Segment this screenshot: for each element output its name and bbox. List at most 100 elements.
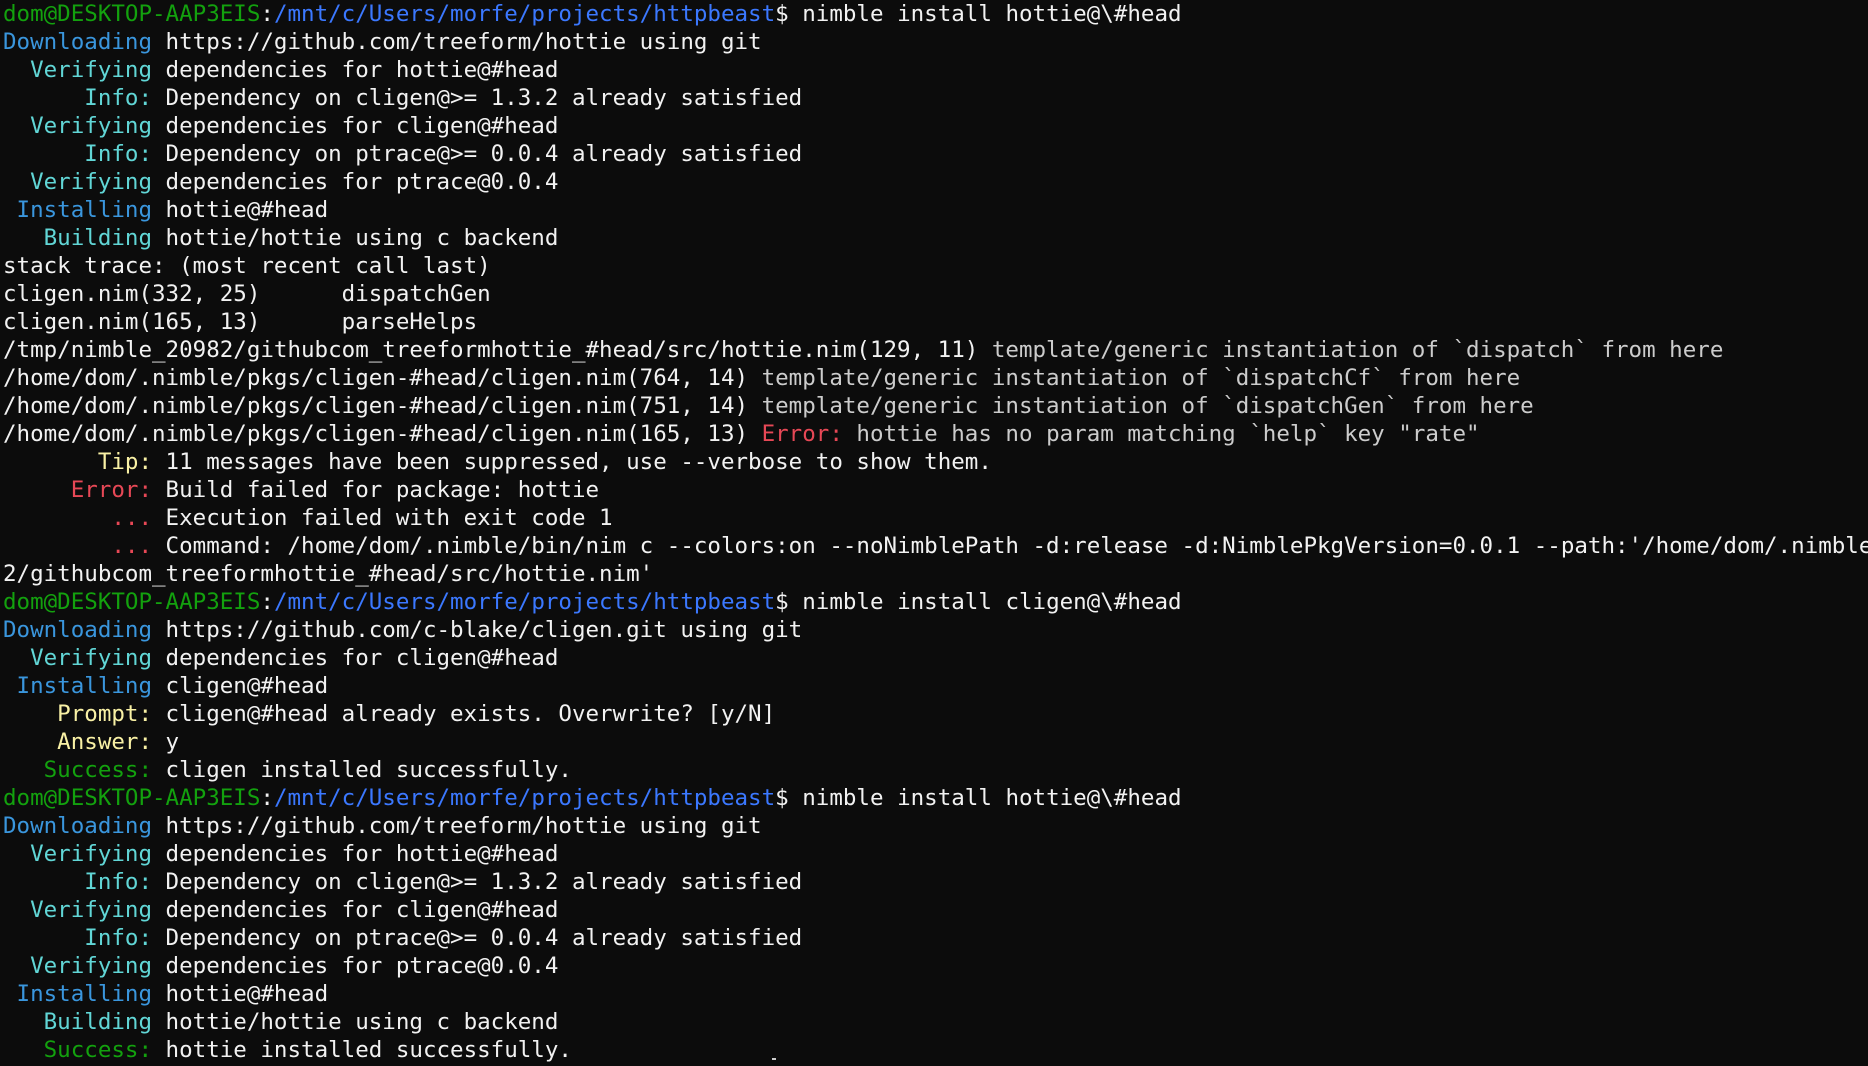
terminal-text-segment: Info: [3, 869, 153, 895]
terminal-text-segment: Verifying [3, 57, 153, 83]
terminal-line: Info: Dependency on ptrace@>= 0.0.4 alre… [3, 140, 1868, 168]
terminal-text-segment: ... [3, 505, 153, 531]
terminal-text-segment: /mnt/c/Users/morfe/projects/httpbeast [273, 589, 776, 615]
terminal-line: Verifying dependencies for ptrace@0.0.4 [3, 168, 1868, 196]
terminal-line: Installing hottie@#head [3, 196, 1868, 224]
terminal-text-segment: dependencies for cligen@#head [152, 645, 559, 671]
terminal-line: Info: Dependency on ptrace@>= 0.0.4 alre… [3, 924, 1868, 952]
terminal-text-segment: template/generic instantiation of `dispa… [748, 365, 1521, 391]
terminal-text-segment: template/generic instantiation of `dispa… [748, 393, 1534, 419]
terminal-text-segment: Dependency on cligen@>= 1.3.2 already sa… [152, 85, 803, 111]
terminal-text-segment: hottie@#head [152, 981, 329, 1007]
terminal-text-segment: Execution failed with exit code 1 [152, 505, 613, 531]
terminal-text-segment: cligen.nim(165, 13) parseHelps [3, 309, 478, 335]
terminal-text-segment: hottie has no param matching `help` key … [842, 421, 1480, 447]
terminal-text-segment: hottie/hottie using c backend [152, 1009, 559, 1035]
terminal-text-segment: Verifying [3, 841, 153, 867]
terminal-text-segment: https://github.com/c-blake/cligen.git us… [152, 617, 803, 643]
text-cursor [772, 1058, 776, 1060]
terminal-line: Downloading https://github.com/treeform/… [3, 28, 1868, 56]
terminal-text-segment: dependencies for ptrace@0.0.4 [152, 169, 559, 195]
terminal-text-segment: dependencies for cligen@#head [152, 113, 559, 139]
terminal-text-segment: Installing [3, 673, 153, 699]
terminal-line: Installing hottie@#head [3, 980, 1868, 1008]
terminal-window[interactable]: dom@DESKTOP-AAP3EIS:/mnt/c/Users/morfe/p… [0, 0, 1868, 1066]
terminal-text-segment: Prompt: [3, 701, 153, 727]
terminal-text-segment: Info: [3, 925, 153, 951]
terminal-text-segment: dom@DESKTOP-AAP3EIS [3, 589, 261, 615]
terminal-text-segment: Info: [3, 141, 153, 167]
terminal-text-segment: Downloading [3, 29, 153, 55]
terminal-text-segment: $ nimble install hottie@\#head [775, 1, 1182, 27]
terminal-text-segment: Info: [3, 85, 153, 111]
terminal-line: Building hottie/hottie using c backend [3, 224, 1868, 252]
terminal-line: Building hottie/hottie using c backend [3, 1008, 1868, 1036]
terminal-text-segment: Building [3, 225, 153, 251]
terminal-text-segment: https://github.com/treeform/hottie using… [152, 29, 762, 55]
terminal-text-segment: Error: [748, 421, 843, 447]
terminal-text-segment: : [260, 589, 274, 615]
terminal-text-segment: Build failed for package: hottie [152, 477, 600, 503]
terminal-text-segment: cligen.nim(332, 25) dispatchGen [3, 281, 491, 307]
terminal-text-segment: cligen@#head [152, 673, 329, 699]
terminal-text-segment: $ nimble install cligen@\#head [775, 589, 1182, 615]
terminal-line: Verifying dependencies for cligen@#head [3, 896, 1868, 924]
terminal-text-segment: Installing [3, 981, 153, 1007]
terminal-text-segment: Dependency on ptrace@>= 0.0.4 already sa… [152, 925, 803, 951]
terminal-text-segment: https://github.com/treeform/hottie using… [152, 813, 762, 839]
terminal-text-segment: Verifying [3, 897, 153, 923]
terminal-line: Downloading https://github.com/treeform/… [3, 812, 1868, 840]
terminal-text-segment: template/generic instantiation of `dispa… [978, 337, 1724, 363]
terminal-text-segment: cligen@#head already exists. Overwrite? … [152, 701, 776, 727]
terminal-text-segment: $ nimble install hottie@\#head [775, 785, 1182, 811]
terminal-output: dom@DESKTOP-AAP3EIS:/mnt/c/Users/morfe/p… [3, 0, 1868, 1064]
terminal-text-segment: dependencies for cligen@#head [152, 897, 559, 923]
terminal-text-segment: Verifying [3, 645, 153, 671]
terminal-line: Downloading https://github.com/c-blake/c… [3, 616, 1868, 644]
terminal-line: cligen.nim(332, 25) dispatchGen [3, 280, 1868, 308]
terminal-text-segment: Error: [3, 477, 153, 503]
terminal-text-segment: Success: [3, 757, 153, 783]
terminal-line: /home/dom/.nimble/pkgs/cligen-#head/clig… [3, 420, 1868, 448]
terminal-line: dom@DESKTOP-AAP3EIS:/mnt/c/Users/morfe/p… [3, 588, 1868, 616]
terminal-text-segment: 2/githubcom_treeformhottie_#head/src/hot… [3, 561, 654, 587]
terminal-line: Prompt: cligen@#head already exists. Ove… [3, 700, 1868, 728]
terminal-text-segment: y [152, 729, 180, 755]
terminal-line: ... Command: /home/dom/.nimble/bin/nim c… [3, 532, 1868, 560]
terminal-text-segment: hottie installed successfully. [152, 1037, 572, 1063]
terminal-line: Installing cligen@#head [3, 672, 1868, 700]
terminal-line: Info: Dependency on cligen@>= 1.3.2 alre… [3, 868, 1868, 896]
terminal-text-segment: dependencies for hottie@#head [152, 841, 559, 867]
terminal-text-segment: hottie@#head [152, 197, 329, 223]
terminal-text-segment: ... [3, 533, 153, 559]
terminal-text-segment: Success: [3, 1037, 153, 1063]
terminal-text-segment: /home/dom/.nimble/pkgs/cligen-#head/clig… [3, 393, 749, 419]
terminal-text-segment: dependencies for hottie@#head [152, 57, 559, 83]
terminal-line: Answer: y [3, 728, 1868, 756]
terminal-text-segment: Command: /home/dom/.nimble/bin/nim c --c… [152, 533, 1868, 559]
terminal-line: Verifying dependencies for cligen@#head [3, 112, 1868, 140]
terminal-text-segment: dom@DESKTOP-AAP3EIS [3, 785, 261, 811]
terminal-line: /home/dom/.nimble/pkgs/cligen-#head/clig… [3, 392, 1868, 420]
terminal-line: cligen.nim(165, 13) parseHelps [3, 308, 1868, 336]
terminal-line: Info: Dependency on cligen@>= 1.3.2 alre… [3, 84, 1868, 112]
terminal-line: dom@DESKTOP-AAP3EIS:/mnt/c/Users/morfe/p… [3, 784, 1868, 812]
terminal-text-segment: cligen installed successfully. [152, 757, 572, 783]
terminal-text-segment: /home/dom/.nimble/pkgs/cligen-#head/clig… [3, 421, 749, 447]
terminal-text-segment: Building [3, 1009, 153, 1035]
terminal-text-segment: Verifying [3, 953, 153, 979]
terminal-text-segment: Dependency on cligen@>= 1.3.2 already sa… [152, 869, 803, 895]
terminal-text-segment: /mnt/c/Users/morfe/projects/httpbeast [273, 1, 776, 27]
terminal-text-segment: stack trace: (most recent call last) [3, 253, 491, 279]
terminal-text-segment: hottie/hottie using c backend [152, 225, 559, 251]
terminal-text-segment: Installing [3, 197, 153, 223]
terminal-text-segment: : [260, 785, 274, 811]
terminal-line: Verifying dependencies for ptrace@0.0.4 [3, 952, 1868, 980]
terminal-line: Verifying dependencies for cligen@#head [3, 644, 1868, 672]
terminal-text-segment: 11 messages have been suppressed, use --… [152, 449, 992, 475]
terminal-text-segment: Downloading [3, 813, 153, 839]
terminal-text-segment: /mnt/c/Users/morfe/projects/httpbeast [273, 785, 776, 811]
terminal-text-segment: Downloading [3, 617, 153, 643]
terminal-line: Success: cligen installed successfully. [3, 756, 1868, 784]
terminal-line: Error: Build failed for package: hottie [3, 476, 1868, 504]
